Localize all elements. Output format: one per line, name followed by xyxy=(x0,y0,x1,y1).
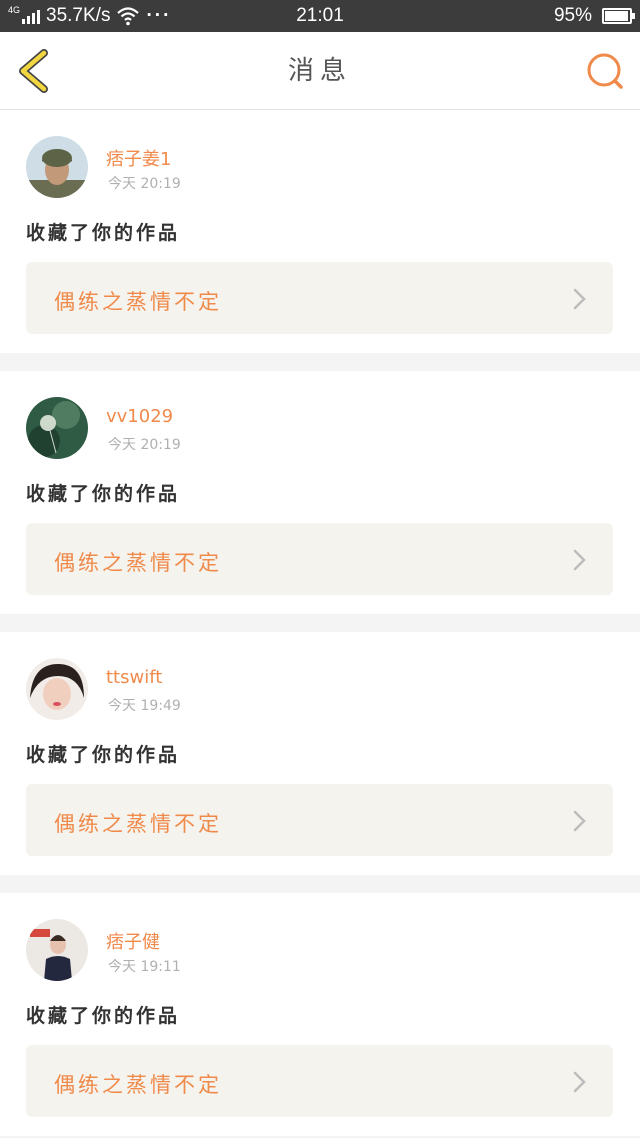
chevron-right-icon xyxy=(573,288,586,310)
nav-bar: 消息 xyxy=(0,32,640,110)
work-link[interactable]: 偶练之蒸情不定 xyxy=(26,784,613,856)
chevron-right-icon xyxy=(573,1071,586,1093)
work-title: 偶练之蒸情不定 xyxy=(54,551,222,575)
work-link[interactable]: 偶练之蒸情不定 xyxy=(26,523,613,595)
search-icon[interactable] xyxy=(584,50,626,92)
timestamp: 今天 20:19 xyxy=(108,437,181,453)
back-arrow-icon[interactable] xyxy=(14,49,54,93)
avatar[interactable] xyxy=(26,397,88,459)
status-left: 4G 35.7K/s ··· xyxy=(8,5,171,27)
action-text: 收藏了你的作品 xyxy=(26,483,181,505)
battery-level xyxy=(605,11,628,21)
notification-card: 痞子健 今天 19:11 收藏了你的作品 偶练之蒸情不定 xyxy=(0,893,640,1136)
avatar[interactable] xyxy=(26,919,88,981)
battery-percent: 95% xyxy=(553,5,592,26)
wifi-icon xyxy=(117,7,140,26)
work-title: 偶练之蒸情不定 xyxy=(54,290,222,314)
username[interactable]: ttswift xyxy=(106,667,162,688)
chevron-right-icon xyxy=(573,810,586,832)
page-title: 消息 xyxy=(287,56,352,86)
timestamp: 今天 20:19 xyxy=(108,176,181,192)
action-text: 收藏了你的作品 xyxy=(26,744,181,766)
work-title: 偶练之蒸情不定 xyxy=(54,812,222,836)
notification-card: ttswift 今天 19:49 收藏了你的作品 偶练之蒸情不定 xyxy=(0,632,640,875)
action-text: 收藏了你的作品 xyxy=(26,222,181,244)
username[interactable]: 痞子健 xyxy=(106,928,160,954)
notification-card: vv1029 今天 20:19 收藏了你的作品 偶练之蒸情不定 xyxy=(0,371,640,614)
status-bar: 4G 35.7K/s ··· 21:01 95% xyxy=(0,0,640,32)
timestamp: 今天 19:11 xyxy=(108,959,181,975)
action-text: 收藏了你的作品 xyxy=(26,1005,181,1027)
notification-card: 痞子姜1 今天 20:19 收藏了你的作品 偶练之蒸情不定 xyxy=(0,110,640,353)
network-type: 4G xyxy=(8,4,21,15)
battery-icon xyxy=(602,8,635,24)
work-link[interactable]: 偶练之蒸情不定 xyxy=(26,262,613,334)
notification-list: 痞子姜1 今天 20:19 收藏了你的作品 偶练之蒸情不定 vv1029 今天 … xyxy=(0,110,640,1138)
work-title: 偶练之蒸情不定 xyxy=(54,1073,222,1097)
signal-icon xyxy=(22,8,41,24)
avatar[interactable] xyxy=(26,658,88,720)
status-right: 95% xyxy=(553,5,635,27)
more-dots-icon: ··· xyxy=(146,5,172,26)
network-speed: 35.7K/s xyxy=(46,5,111,26)
username[interactable]: 痞子姜1 xyxy=(106,145,171,171)
timestamp: 今天 19:49 xyxy=(108,698,181,714)
avatar[interactable] xyxy=(26,136,88,198)
work-link[interactable]: 偶练之蒸情不定 xyxy=(26,1045,613,1117)
chevron-right-icon xyxy=(573,549,586,571)
username[interactable]: vv1029 xyxy=(106,406,173,427)
